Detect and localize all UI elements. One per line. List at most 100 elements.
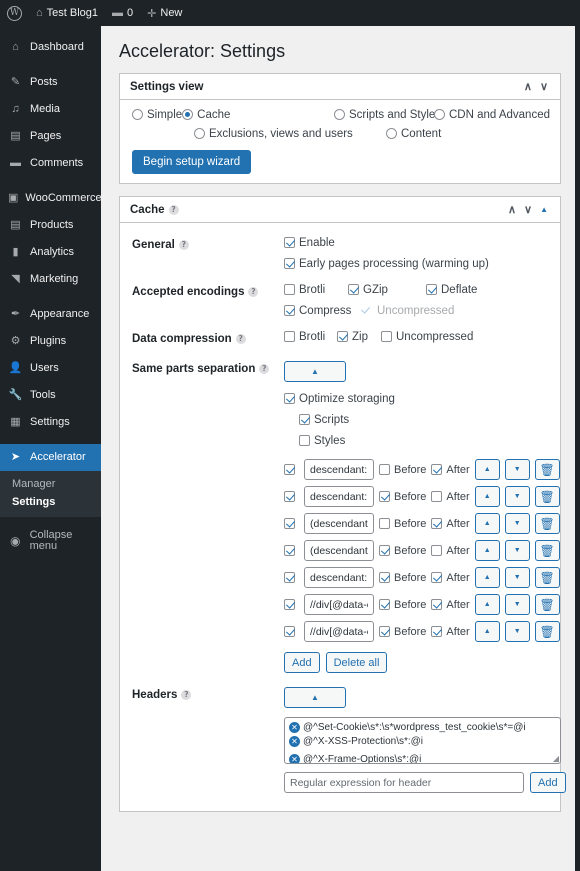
move-up-button[interactable]: ▲ (474, 459, 500, 481)
move-up-button[interactable]: ▲ (474, 621, 500, 643)
radio-content[interactable]: Content (386, 128, 441, 140)
sidebar-item-products[interactable]: ▤ Products (0, 212, 101, 239)
rule-after-control[interactable] (431, 490, 443, 502)
chevron-down-icon[interactable]: ∨ (520, 203, 536, 216)
checkbox-encoding-deflate-control[interactable] (426, 284, 437, 296)
rule-xpath-input[interactable] (304, 594, 374, 616)
rule-after-checkbox[interactable]: After (431, 490, 470, 503)
move-up-button[interactable]: ▲ (474, 540, 500, 562)
rule-after-control[interactable] (431, 598, 443, 610)
checkbox-optimize-scripts-control[interactable] (299, 414, 310, 426)
radio-simple-control[interactable] (132, 109, 143, 121)
sidebar-item-pages[interactable]: ▤ Pages (0, 123, 101, 150)
chevron-up-icon[interactable]: ∧ (520, 80, 536, 93)
checkbox-encoding-deflate[interactable]: Deflate (426, 284, 477, 296)
header-regex-input[interactable] (284, 772, 524, 794)
rule-enabled-checkbox[interactable] (284, 545, 295, 557)
delete-rule-button[interactable]: 🗑 (534, 486, 560, 508)
rule-enabled-checkbox[interactable] (284, 464, 295, 476)
rule-xpath-input[interactable] (304, 621, 374, 643)
add-rule-button[interactable]: Add (284, 652, 320, 674)
remove-icon[interactable]: ✕ (289, 722, 300, 734)
rule-before-control[interactable] (379, 544, 390, 556)
headers-collapse-toggle[interactable]: ▲ (284, 687, 346, 709)
radio-cache[interactable]: Cache (182, 109, 334, 121)
submenu-item-manager[interactable]: Manager (0, 475, 101, 493)
rule-before-control[interactable] (379, 517, 390, 529)
checkbox-encoding-gzip[interactable]: GZip (348, 284, 426, 296)
begin-setup-wizard-button[interactable]: Begin setup wizard (132, 150, 252, 175)
rule-before-control[interactable] (379, 625, 390, 637)
rule-xpath-input[interactable] (304, 567, 374, 589)
rule-after-checkbox[interactable]: After (431, 517, 470, 530)
checkbox-enable[interactable]: Enable (284, 237, 335, 249)
radio-cache-control[interactable] (182, 109, 194, 121)
checkbox-encoding-brotli[interactable]: Brotli (284, 284, 348, 296)
checkbox-compression-zip[interactable]: Zip (337, 331, 381, 343)
checkbox-compression-uncompressed[interactable]: Uncompressed (381, 331, 473, 343)
rule-after-checkbox[interactable]: After (431, 598, 470, 611)
sidebar-item-settings[interactable]: ▦ Settings (0, 409, 101, 436)
radio-exclusions-views-users[interactable]: Exclusions, views and users (194, 128, 386, 140)
radio-simple[interactable]: Simple (132, 109, 182, 121)
sidebar-item-comments[interactable]: ▬ Comments (0, 150, 101, 177)
checkbox-compression-uncompressed-control[interactable] (381, 331, 392, 343)
sidebar-item-dashboard[interactable]: ⌂ Dashboard (0, 34, 101, 61)
rule-after-checkbox[interactable]: After (431, 544, 470, 557)
rule-xpath-input[interactable] (304, 459, 374, 481)
checkbox-enable-control[interactable] (284, 237, 295, 249)
move-down-button[interactable]: ▼ (504, 486, 530, 508)
delete-rule-button[interactable]: 🗑 (534, 459, 560, 481)
checkbox-encoding-gzip-control[interactable] (348, 284, 359, 296)
sidebar-item-tools[interactable]: 🔧 Tools (0, 382, 101, 409)
add-header-button[interactable]: Add (530, 772, 566, 794)
checkbox-encoding-compress[interactable]: Compress (284, 305, 362, 317)
checkbox-compression-brotli-control[interactable] (284, 331, 295, 343)
resize-handle-icon[interactable]: ◢ (553, 754, 559, 763)
help-icon[interactable]: ? (178, 240, 189, 251)
help-icon[interactable]: ? (168, 204, 179, 215)
rule-before-control[interactable] (379, 598, 390, 610)
sidebar-item-marketing[interactable]: ◥ Marketing (0, 266, 101, 293)
rule-after-checkbox[interactable]: After (431, 571, 470, 584)
rule-enabled-checkbox[interactable] (284, 626, 295, 638)
sidebar-item-analytics[interactable]: ▮ Analytics (0, 239, 101, 266)
radio-scripts-and-styles-control[interactable] (333, 109, 345, 121)
help-icon[interactable]: ? (235, 334, 246, 345)
delete-rule-button[interactable]: 🗑 (534, 540, 560, 562)
chevron-down-icon[interactable]: ∨ (536, 80, 552, 93)
checkbox-compression-zip-control[interactable] (337, 331, 348, 343)
sidebar-item-woocommerce[interactable]: ▣ WooCommerce (0, 185, 102, 212)
headers-tag-list[interactable]: ✕ @^Set-Cookie\s*:\s*wordpress_test_cook… (284, 717, 561, 765)
delete-rule-button[interactable]: 🗑 (534, 594, 560, 616)
chevron-up-icon[interactable]: ∧ (504, 203, 520, 216)
move-down-button[interactable]: ▼ (504, 594, 530, 616)
rule-before-checkbox[interactable]: Before (379, 463, 426, 476)
move-down-button[interactable]: ▼ (504, 621, 530, 643)
move-down-button[interactable]: ▼ (504, 459, 530, 481)
collapse-triangle-icon[interactable]: ▲ (536, 205, 552, 214)
move-down-button[interactable]: ▼ (504, 513, 530, 535)
checkbox-early-pages-control[interactable] (284, 258, 295, 270)
rule-after-control[interactable] (431, 544, 443, 556)
collapse-menu-button[interactable]: ◉ Collapse menu (0, 527, 101, 554)
site-name-menu[interactable]: ⌂ Test Blog1 (29, 0, 105, 26)
rule-after-control[interactable] (431, 517, 443, 529)
checkbox-optimize-scripts[interactable]: Scripts (299, 414, 349, 426)
sidebar-item-plugins[interactable]: ⚙ Plugins (0, 328, 101, 355)
move-down-button[interactable]: ▼ (504, 567, 530, 589)
checkbox-optimize-storaging[interactable]: Optimize storaging (284, 393, 395, 405)
move-up-button[interactable]: ▲ (474, 513, 500, 535)
checkbox-encoding-brotli-control[interactable] (284, 284, 295, 296)
checkbox-early-pages-processing[interactable]: Early pages processing (warming up) (284, 258, 489, 270)
radio-scripts-and-styles[interactable]: Scripts and Styles (333, 109, 441, 121)
move-up-button[interactable]: ▲ (474, 486, 500, 508)
remove-icon[interactable]: ✕ (289, 736, 300, 748)
sidebar-item-posts[interactable]: ✎ Posts (0, 69, 101, 96)
sidebar-item-appearance[interactable]: ✒ Appearance (0, 301, 101, 328)
help-icon[interactable]: ? (259, 364, 270, 375)
list-item[interactable]: ✕ @^Set-Cookie\s*:\s*wordpress_test_cook… (289, 721, 526, 734)
remove-icon[interactable]: ✕ (289, 754, 300, 764)
rule-after-checkbox[interactable]: After (431, 463, 470, 476)
sidebar-item-accelerator[interactable]: ➤ Accelerator (0, 444, 108, 471)
